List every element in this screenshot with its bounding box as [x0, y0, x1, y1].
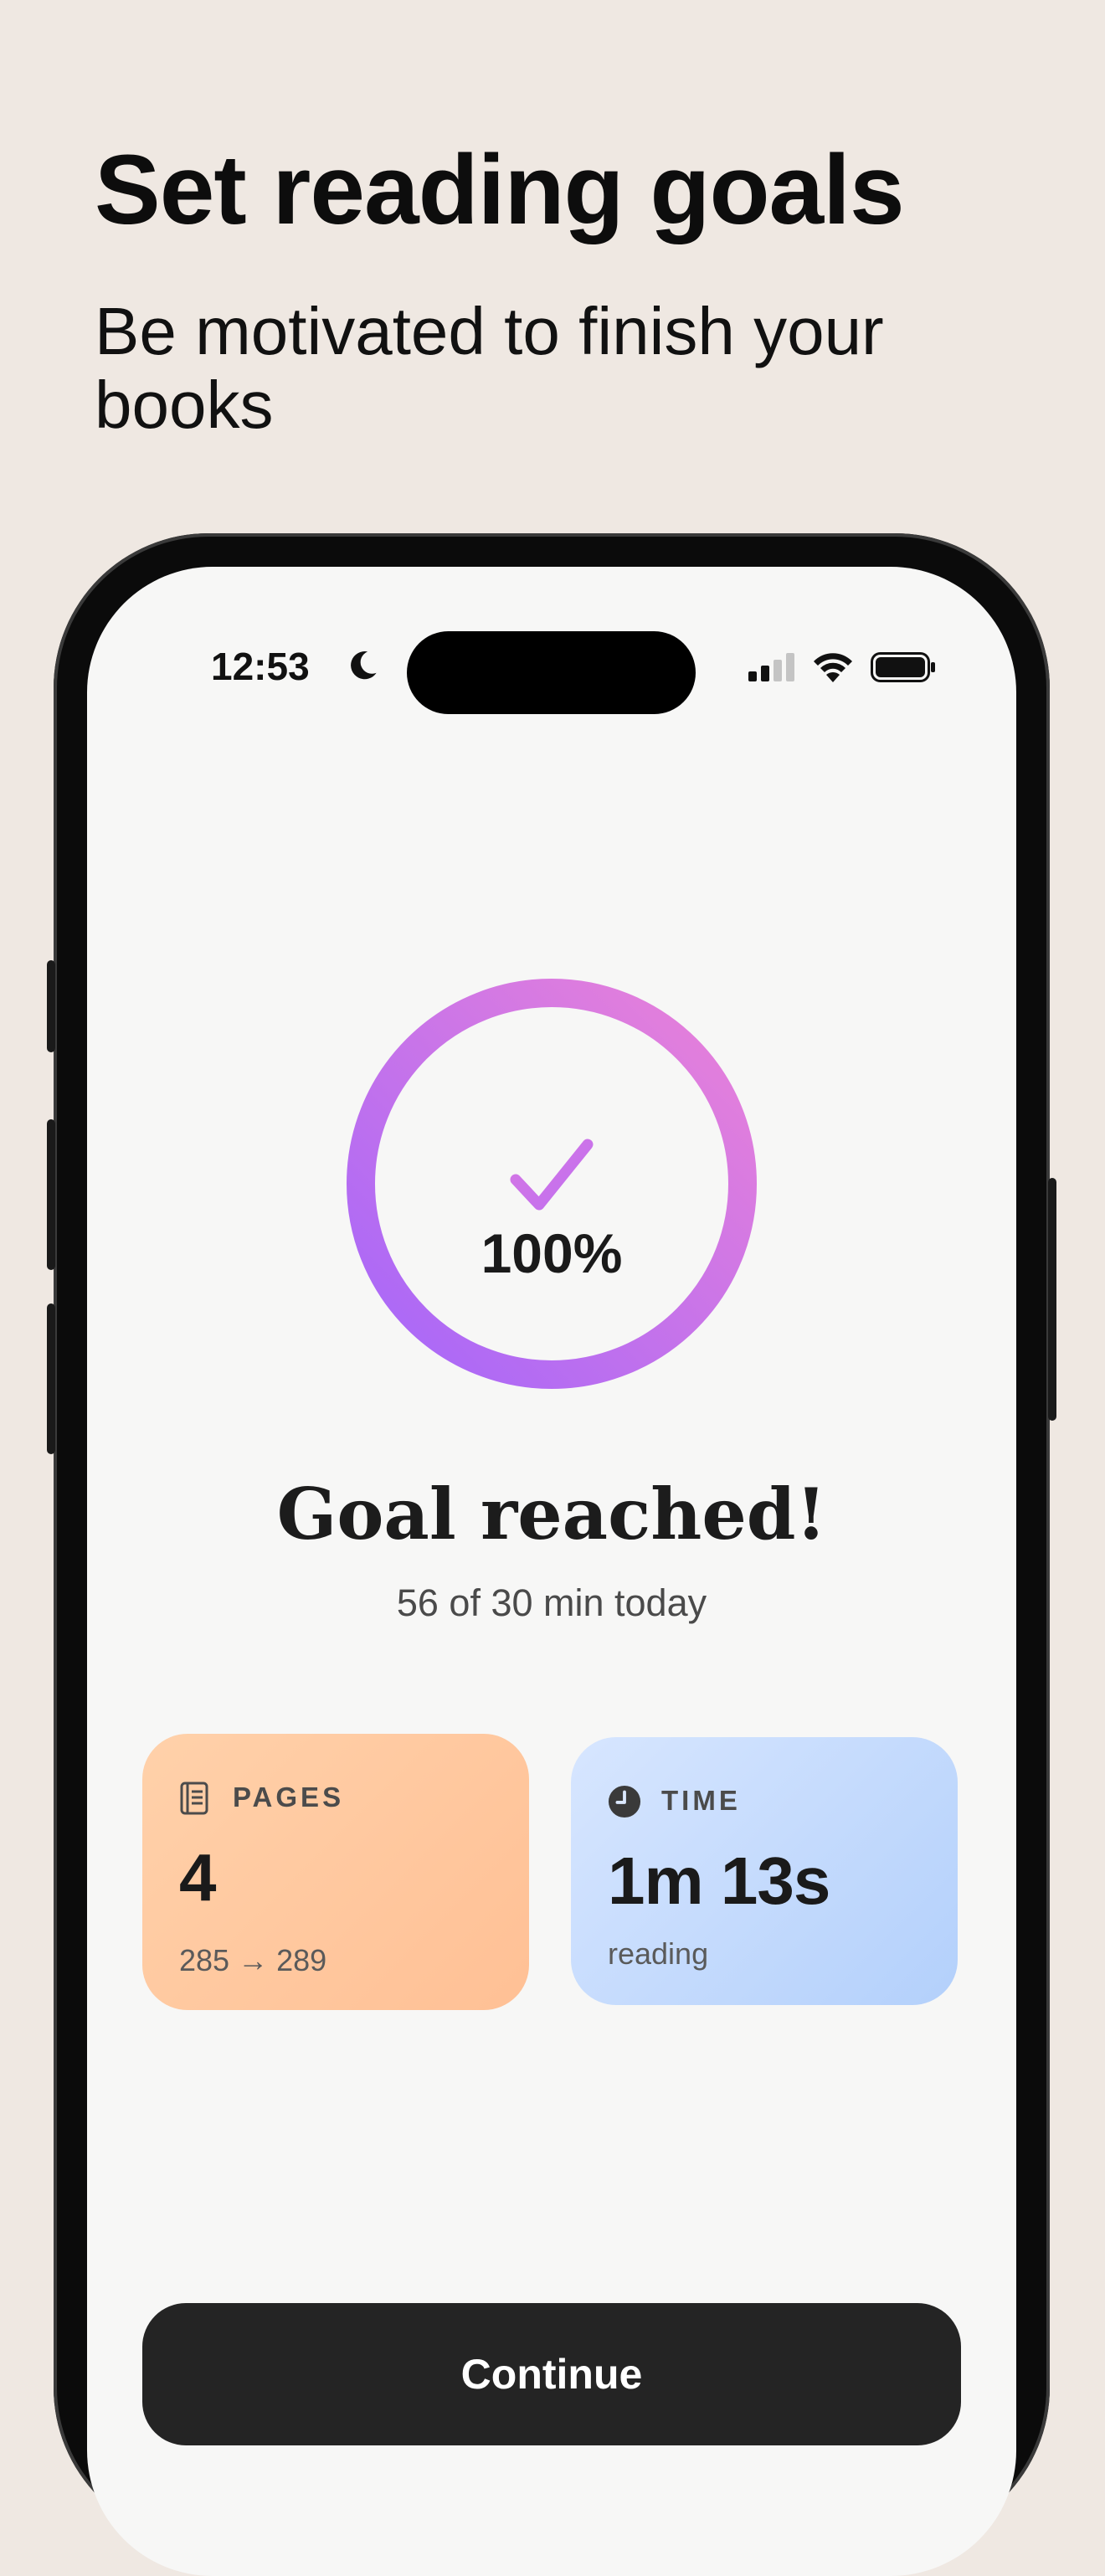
- dynamic-island: [407, 631, 696, 714]
- cellular-signal-icon: [748, 653, 794, 681]
- pages-stat-card: PAGES 4 285 → 289: [142, 1734, 529, 2010]
- phone-screen: 12:53 100% Goal reached! 56 of 30 min to…: [87, 567, 1016, 2576]
- promo-headline: Set reading goals: [95, 135, 905, 245]
- power-button: [1048, 1178, 1056, 1421]
- pages-label: PAGES: [233, 1782, 345, 1812]
- action-button: [47, 960, 55, 1052]
- time-value: 1m 13s: [608, 1843, 830, 1918]
- status-time: 12:53: [211, 645, 310, 688]
- status-icons: [748, 650, 936, 684]
- continue-button[interactable]: Continue: [142, 2303, 961, 2445]
- pages-value: 4: [179, 1840, 216, 1915]
- battery-icon: [871, 652, 935, 682]
- moon-icon: [351, 651, 377, 680]
- progress-percent: 100%: [481, 1222, 623, 1284]
- goal-subtitle: 56 of 30 min today: [396, 1581, 707, 1624]
- checkmark-icon: [510, 1139, 594, 1211]
- volume-up-button: [47, 1119, 55, 1270]
- wifi-icon: [814, 653, 852, 682]
- volume-down-button: [47, 1303, 55, 1454]
- clock-icon: [608, 1785, 641, 1818]
- pages-range: 285 → 289: [179, 1943, 327, 1977]
- phone-frame: 12:53 100% Goal reached! 56 of 30 min to…: [47, 533, 1056, 2576]
- promo-subheadline: Be motivated to finish your books: [95, 294, 884, 442]
- time-stat-card: TIME 1m 13s reading: [571, 1737, 958, 2005]
- time-label: TIME: [661, 1785, 741, 1816]
- book-pages-icon: [180, 1782, 208, 1815]
- goal-title: Goal reached!: [276, 1473, 827, 1555]
- time-detail: reading: [608, 1936, 709, 1971]
